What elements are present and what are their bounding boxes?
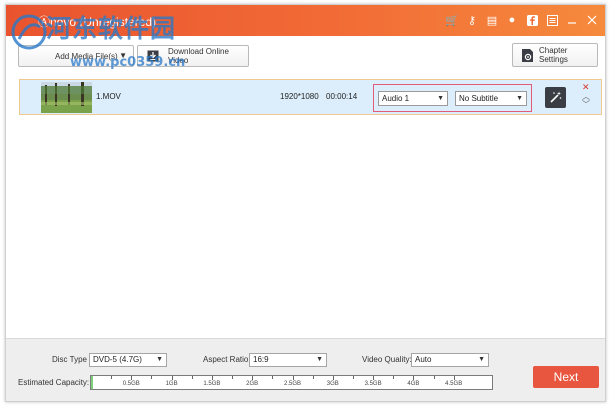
- capacity-tick-label: 3.5GB: [364, 381, 382, 387]
- capacity-bar: 0.5GB 1GB 1.5GB 2GB 2.5GB 3GB 3.5GB 4GB 4.5GB: [90, 375, 493, 390]
- close-icon[interactable]: [583, 11, 601, 29]
- chapter-settings-icon: [522, 49, 533, 62]
- title-bar: Ⓐnovo (Unregistered) 🛒 ⚷ ▤ ●: [6, 5, 605, 36]
- capacity-tick-label: 1.5GB: [203, 381, 221, 387]
- track-selection-box: Audio 1 ▼ No Subtitle ▼: [373, 84, 532, 112]
- subtitle-value: No Subtitle: [459, 94, 499, 103]
- capacity-tick: [211, 376, 213, 380]
- capacity-minor-tick: [191, 376, 193, 379]
- disc-type-select[interactable]: DVD-5 (4.7G) ▼: [89, 353, 167, 367]
- magic-wand-icon: [550, 91, 562, 103]
- download-label: Download Online Video: [168, 47, 229, 65]
- capacity-minor-tick: [272, 376, 274, 379]
- capacity-minor-tick: [151, 376, 153, 379]
- bottom-settings-bar: Disc Type DVD-5 (4.7G) ▼ Aspect Ratio: 1…: [6, 338, 605, 401]
- estimated-capacity-label: Estimated Capacity:: [18, 378, 90, 387]
- file-list: 1.MOV 1920*1080 00:00:14 Audio 1 ▼ No Su…: [6, 76, 605, 338]
- capacity-tick: [332, 376, 334, 380]
- capacity-minor-tick: [232, 376, 234, 379]
- capacity-tick-label: 3GB: [326, 381, 339, 387]
- chat-icon[interactable]: ●: [503, 11, 521, 29]
- video-quality-label: Video Quality:: [362, 355, 412, 364]
- capacity-tick-label: 4.5GB: [445, 381, 463, 387]
- app-window: Ⓐnovo (Unregistered) 🛒 ⚷ ▤ ● Add Media F…: [5, 4, 606, 402]
- chapter-settings-label: Chapter Settings: [539, 46, 568, 64]
- capacity-fill: [91, 376, 94, 389]
- capacity-tick-label: 2.5GB: [283, 381, 302, 387]
- add-media-label: Add Media File(s): [55, 51, 118, 61]
- chapter-settings-button[interactable]: Chapter Settings: [512, 43, 598, 67]
- chevron-down-icon: ▼: [316, 356, 323, 363]
- next-label: Next: [553, 370, 579, 384]
- key-icon[interactable]: ⚷: [463, 11, 481, 29]
- chevron-down-icon: ▼: [437, 95, 444, 102]
- chevron-down-icon: ▼: [156, 356, 163, 363]
- move-down-icon[interactable]: ﹀: [582, 99, 590, 110]
- download-online-video-button[interactable]: Download Online Video: [137, 45, 249, 67]
- aspect-ratio-select[interactable]: 16:9 ▼: [249, 353, 327, 367]
- capacity-tick: [252, 376, 254, 380]
- capacity-minor-tick: [433, 376, 435, 379]
- titlebar-icons: 🛒 ⚷ ▤ ●: [443, 11, 601, 29]
- capacity-tick: [292, 376, 294, 380]
- chevron-down-icon: ▼: [516, 95, 523, 102]
- capacity-tick: [171, 376, 173, 380]
- capacity-tick: [413, 376, 415, 380]
- next-button[interactable]: Next: [533, 366, 599, 388]
- capacity-minor-tick: [312, 376, 314, 379]
- capacity-tick-label: 0.5GB: [122, 381, 140, 387]
- window-title: Ⓐnovo (Unregistered): [38, 15, 157, 29]
- chevron-down-icon[interactable]: ▼: [119, 51, 127, 60]
- register-icon[interactable]: ▤: [483, 11, 501, 29]
- aspect-ratio-label: Aspect Ratio:: [203, 355, 251, 364]
- facebook-icon[interactable]: [523, 11, 541, 29]
- list-item[interactable]: 1.MOV 1920*1080 00:00:14 Audio 1 ▼ No Su…: [19, 79, 602, 115]
- disc-type-value: DVD-5 (4.7G): [93, 355, 142, 364]
- video-thumbnail[interactable]: [41, 82, 92, 113]
- capacity-tick-label: 2GB: [246, 381, 259, 387]
- capacity-tick: [131, 376, 133, 380]
- capacity-tick: [453, 376, 455, 380]
- file-duration: 00:00:14: [326, 92, 358, 101]
- file-name: 1.MOV: [96, 92, 121, 101]
- download-icon: [147, 50, 159, 62]
- audio-track-select[interactable]: Audio 1 ▼: [378, 91, 448, 106]
- video-quality-select[interactable]: Auto ▼: [411, 353, 489, 367]
- minimize-icon[interactable]: [563, 11, 581, 29]
- capacity-tick-label: 1GB: [165, 381, 178, 387]
- cart-icon[interactable]: 🛒: [443, 11, 461, 29]
- toolbar: Add Media File(s) ▼ Download Online Vide…: [6, 36, 605, 76]
- capacity-tick-label: 4GB: [407, 381, 420, 387]
- video-quality-value: Auto: [415, 355, 432, 364]
- disc-type-label: Disc Type: [52, 355, 87, 364]
- capacity-tick: [373, 376, 375, 380]
- edit-magic-wand-button[interactable]: [545, 87, 566, 108]
- capacity-minor-tick: [393, 376, 395, 379]
- subtitle-select[interactable]: No Subtitle ▼: [455, 91, 527, 106]
- audio-track-value: Audio 1: [382, 94, 410, 103]
- file-resolution: 1920*1080: [280, 92, 319, 101]
- add-media-button[interactable]: Add Media File(s) ▼: [18, 45, 134, 67]
- chevron-down-icon: ▼: [478, 356, 485, 363]
- capacity-minor-tick: [352, 376, 354, 379]
- capacity-minor-tick: [111, 376, 113, 379]
- aspect-ratio-value: 16:9: [253, 355, 269, 364]
- feedback-icon[interactable]: [543, 11, 561, 29]
